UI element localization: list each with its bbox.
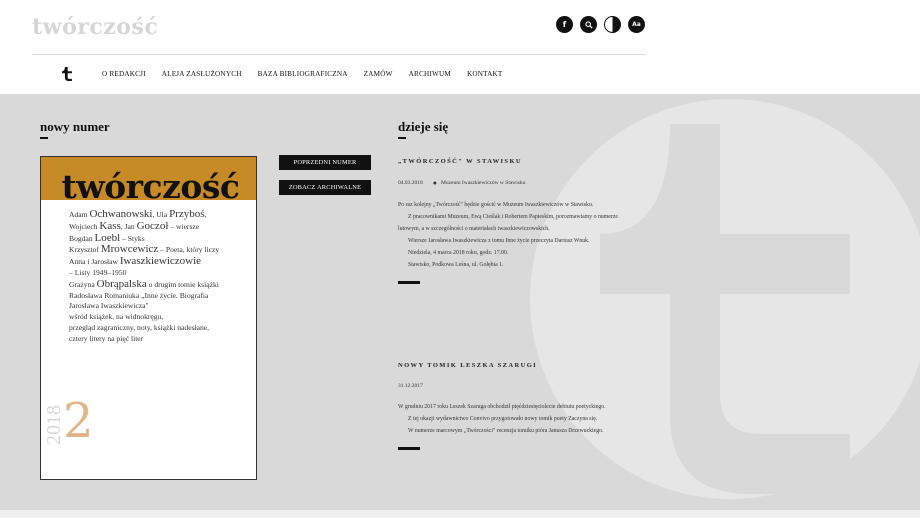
site-logo[interactable]: twórczość <box>32 14 158 40</box>
news-body: Po raz kolejny „Twórczość" będzie gościć… <box>398 199 638 271</box>
nav-item-zamow[interactable]: ZAMÓW <box>364 70 393 78</box>
home-logo-icon[interactable] <box>60 66 74 82</box>
news-date: 04.03.2018 <box>398 180 423 186</box>
cover-line: Anna i Jarosław Iwaszkiewiczowie <box>69 255 202 268</box>
heading-underline <box>398 137 406 139</box>
news-paragraph: Po raz kolejny „Twórczość" będzie gościć… <box>398 202 594 208</box>
facebook-icon[interactable]: f <box>556 16 573 33</box>
cover-line: Radosława Romaniuka „Inne życie. Biograf… <box>69 290 209 300</box>
news-separator <box>398 281 420 284</box>
news-title[interactable]: NOWY TOMIK LESZKA SZARUGI <box>398 362 638 369</box>
news-separator <box>398 447 420 450</box>
news-meta: 04.03.2018 ● Muzeum Iwaszkiewiczów w Sta… <box>398 179 638 187</box>
header-divider <box>32 54 646 55</box>
news-body: W grudniu 2017 roku Leszek Szaruga obcho… <box>398 401 638 437</box>
nav-item-archiwum[interactable]: ARCHIWUM <box>409 70 451 78</box>
cover-title: twórczość <box>61 167 240 206</box>
cover-number: 2 <box>63 393 94 449</box>
location-pin-icon: ● <box>432 179 437 187</box>
new-issue-heading: nowy numer <box>40 119 110 134</box>
cover-contents: Adam Ochwanowski, Ula Przyboś, Wojciech K… <box>69 209 254 345</box>
news-paragraph: Z tej okazji wydawnictwo Convivo przygot… <box>408 416 598 422</box>
cover-line: Jarosława Iwaszkiewicza" <box>69 301 149 311</box>
main-nav: O REDAKCJI ALEJA ZASŁUŻONYCH BAZA BIBLIO… <box>60 66 519 82</box>
news-item: „TWÓRCZOŚĆ" W STAWISKU 04.03.2018 ● Muze… <box>398 158 638 284</box>
nav-item-kontakt[interactable]: KONTAKT <box>467 70 503 78</box>
news-paragraph: Z pracownikami Muzeum, Ewą Cieślak i Rob… <box>398 214 618 232</box>
font-size-icon[interactable]: Aa <box>628 16 645 33</box>
news-paragraph: W numerze marcowym „Twórczości" recenzja… <box>408 428 604 434</box>
cover-line: Bogdan Loebl – Styks <box>69 231 145 244</box>
heading-underline <box>40 137 48 139</box>
header-tools: f Aa <box>556 16 645 33</box>
issue-cover[interactable]: twórczość Adam Ochwanowski, Ula Przyboś,… <box>40 156 257 480</box>
news-paragraph: Niedziela, 4 marca 2018 roku, godz. 17.0… <box>408 250 509 256</box>
content-area: nowy numer twórczość Adam Ochwanowski, U… <box>0 94 920 510</box>
search-icon[interactable] <box>580 16 597 33</box>
news-item: NOWY TOMIK LESZKA SZARUGI 31.12.2017 W g… <box>398 362 638 450</box>
news-meta: 31.12.2017 <box>398 383 638 389</box>
news-date: 31.12.2017 <box>398 383 423 389</box>
previous-issue-button[interactable]: POPRZEDNI NUMER <box>279 155 371 170</box>
cover-line: wśród książek, na widnokręgu, <box>69 312 164 322</box>
news-title[interactable]: „TWÓRCZOŚĆ" W STAWISKU <box>398 158 638 165</box>
news-paragraph: Stawisko, Podkowa Leśna, ul. Gołębia 1. <box>408 262 504 268</box>
cover-line: Grażyna Obrąpalska o drugim tomie książk… <box>69 277 219 290</box>
nav-item-aleja-zasluzonych[interactable]: ALEJA ZASŁUŻONYCH <box>162 70 242 78</box>
news-location: Muzeum Iwaszkiewiczów w Stawisku <box>440 180 526 186</box>
footer-strip <box>0 510 920 518</box>
cover-line: przegląd zagraniczny, noty, książki nade… <box>69 322 210 332</box>
archive-button[interactable]: ZOBACZ ARCHIWALNE <box>279 180 371 195</box>
cover-line: cztery litery na pięć liter <box>69 333 144 343</box>
nav-item-o-redakcji[interactable]: O REDAKCJI <box>102 70 146 78</box>
news-paragraph: W grudniu 2017 roku Leszek Szaruga obcho… <box>398 404 606 410</box>
nav-item-baza-bibliograficzna[interactable]: BAZA BIBLIOGRAFICZNA <box>258 70 348 78</box>
news-paragraph: Wiersze Jarosława Iwaszkiewicza z tomu I… <box>408 238 590 244</box>
events-heading: dzieje się <box>398 119 449 134</box>
contrast-icon[interactable] <box>604 16 621 33</box>
